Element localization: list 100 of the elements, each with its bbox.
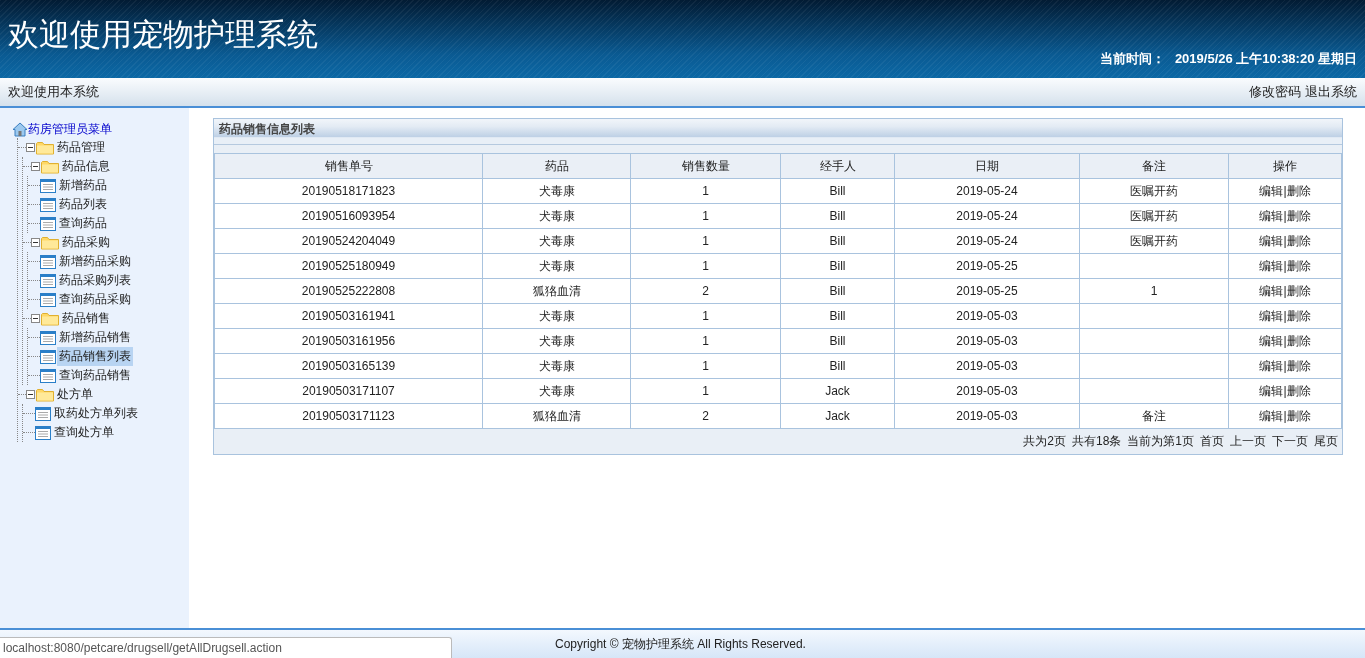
page-link[interactable]: 首页 (1200, 433, 1224, 450)
tree-item[interactable]: 查询药品 (57, 214, 109, 233)
link-separator: | (1283, 358, 1287, 373)
table-cell: 20190503161956 (214, 328, 483, 354)
table-cell: 1 (630, 203, 781, 229)
top-link[interactable]: 退出系统 (1305, 84, 1357, 99)
table-cell: 20190503165139 (214, 353, 483, 379)
folder-icon (41, 159, 59, 174)
home-icon (12, 121, 28, 137)
table-cell: 犬毒康 (482, 353, 631, 379)
tree-item[interactable]: 查询药品销售 (57, 366, 133, 385)
collapse-toggle[interactable] (26, 390, 35, 399)
row-action-link[interactable]: 删除 (1286, 258, 1311, 273)
collapse-toggle[interactable] (26, 143, 35, 152)
column-header: 销售数量 (630, 153, 781, 179)
tree-folder[interactable]: 药品管理 (55, 138, 107, 157)
page-link[interactable]: 上一页 (1230, 433, 1266, 450)
folder-icon (41, 311, 59, 326)
row-action-link[interactable]: 删除 (1286, 383, 1311, 398)
status-url: localhost:8080/petcare/drugsell/getAllDrugsell.action (0, 637, 452, 658)
table-cell: 医嘱开药 (1079, 203, 1229, 229)
row-action-link[interactable]: 编辑 (1259, 258, 1284, 273)
tree-item[interactable]: 药品列表 (57, 195, 109, 214)
row-action-link[interactable]: 删除 (1286, 283, 1311, 298)
link-separator: | (1283, 408, 1287, 423)
row-action-link[interactable]: 删除 (1286, 333, 1311, 348)
row-action-link[interactable]: 编辑 (1259, 383, 1284, 398)
current-time: 2019/5/26 上午10:38:20 星期日 (1174, 50, 1357, 68)
link-separator: | (1283, 183, 1287, 198)
table-cell: 医嘱开药 (1079, 178, 1229, 204)
table-cell: 1 (630, 303, 781, 329)
table-cell: 医嘱开药 (1079, 228, 1229, 254)
tree-item[interactable]: 查询处方单 (52, 423, 116, 442)
link-separator: | (1283, 233, 1287, 248)
page-link[interactable]: 尾页 (1314, 433, 1338, 450)
table-cell: 犬毒康 (482, 228, 631, 254)
tree-item[interactable]: 新增药品销售 (57, 328, 133, 347)
time-label: 当前时间： (1099, 50, 1165, 68)
page-icon (40, 254, 56, 269)
page-icon (35, 425, 51, 440)
table-cell: 犬毒康 (482, 303, 631, 329)
page-icon (40, 216, 56, 231)
page-icon (40, 292, 56, 307)
table-cell: 犬毒康 (482, 378, 631, 404)
row-action-link[interactable]: 编辑 (1259, 358, 1284, 373)
table-cell: Bill (780, 278, 895, 304)
page-info: 共为2页 (1023, 433, 1066, 450)
table-cell: 20190525180949 (214, 253, 483, 279)
table-cell: 2019-05-03 (894, 328, 1080, 354)
page-link[interactable]: 下一页 (1272, 433, 1308, 450)
table-cell: Jack (780, 378, 895, 404)
table-cell: Bill (780, 328, 895, 354)
row-action-link[interactable]: 编辑 (1259, 283, 1284, 298)
row-action-link[interactable]: 删除 (1286, 308, 1311, 323)
menu-root[interactable]: 药房管理员菜单 (12, 120, 189, 138)
collapse-toggle[interactable] (31, 238, 40, 247)
row-action-link[interactable]: 删除 (1286, 183, 1311, 198)
row-action-link[interactable]: 编辑 (1259, 208, 1284, 223)
row-action-link[interactable]: 删除 (1286, 233, 1311, 248)
page-info: 当前为第1页 (1127, 433, 1194, 450)
table-cell: 1 (630, 253, 781, 279)
table-cell: 2 (630, 278, 781, 304)
tree-item[interactable]: 取药处方单列表 (52, 404, 140, 423)
table-cell: 2019-05-25 (894, 278, 1080, 304)
tree-folder[interactable]: 药品采购 (60, 233, 112, 252)
page-icon (35, 406, 51, 421)
link-separator: | (1283, 283, 1287, 298)
panel-title: 药品销售信息列表 (214, 119, 1342, 145)
tree-folder[interactable]: 处方单 (55, 385, 95, 404)
column-header: 药品 (482, 153, 631, 179)
row-action-link[interactable]: 删除 (1286, 408, 1311, 423)
table-cell: Bill (780, 353, 895, 379)
row-action-link[interactable]: 编辑 (1259, 408, 1284, 423)
tree-item[interactable]: 药品销售列表 (57, 347, 133, 366)
collapse-toggle[interactable] (31, 314, 40, 323)
row-action-link[interactable]: 编辑 (1259, 333, 1284, 348)
copyright-text: Copyright © 宠物护理系统 All Rights Reserved. (555, 635, 806, 653)
row-action-link[interactable]: 编辑 (1259, 308, 1284, 323)
table-cell: 2 (630, 403, 781, 429)
table-cell: Bill (780, 203, 895, 229)
tree-folder[interactable]: 药品信息 (60, 157, 112, 176)
tree-folder[interactable]: 药品销售 (60, 309, 112, 328)
app-title: 欢迎使用宠物护理系统 (8, 16, 318, 54)
row-action-link[interactable]: 删除 (1286, 358, 1311, 373)
row-action-link[interactable]: 编辑 (1259, 183, 1284, 198)
row-action-link[interactable]: 编辑 (1259, 233, 1284, 248)
table-cell: 1 (630, 228, 781, 254)
table-cell: 备注 (1079, 403, 1229, 429)
row-action-link[interactable]: 删除 (1286, 208, 1311, 223)
table-cell: 2019-05-24 (894, 228, 1080, 254)
tree-item[interactable]: 新增药品 (57, 176, 109, 195)
page-icon (40, 330, 56, 345)
tree-item[interactable]: 药品采购列表 (57, 271, 133, 290)
table-cell: Jack (780, 403, 895, 429)
tree-item[interactable]: 查询药品采购 (57, 290, 133, 309)
page-icon (40, 349, 56, 364)
tree-item[interactable]: 新增药品采购 (57, 252, 133, 271)
collapse-toggle[interactable] (31, 162, 40, 171)
top-link[interactable]: 修改密码 (1249, 84, 1301, 99)
table-cell: 20190516093954 (214, 203, 483, 229)
